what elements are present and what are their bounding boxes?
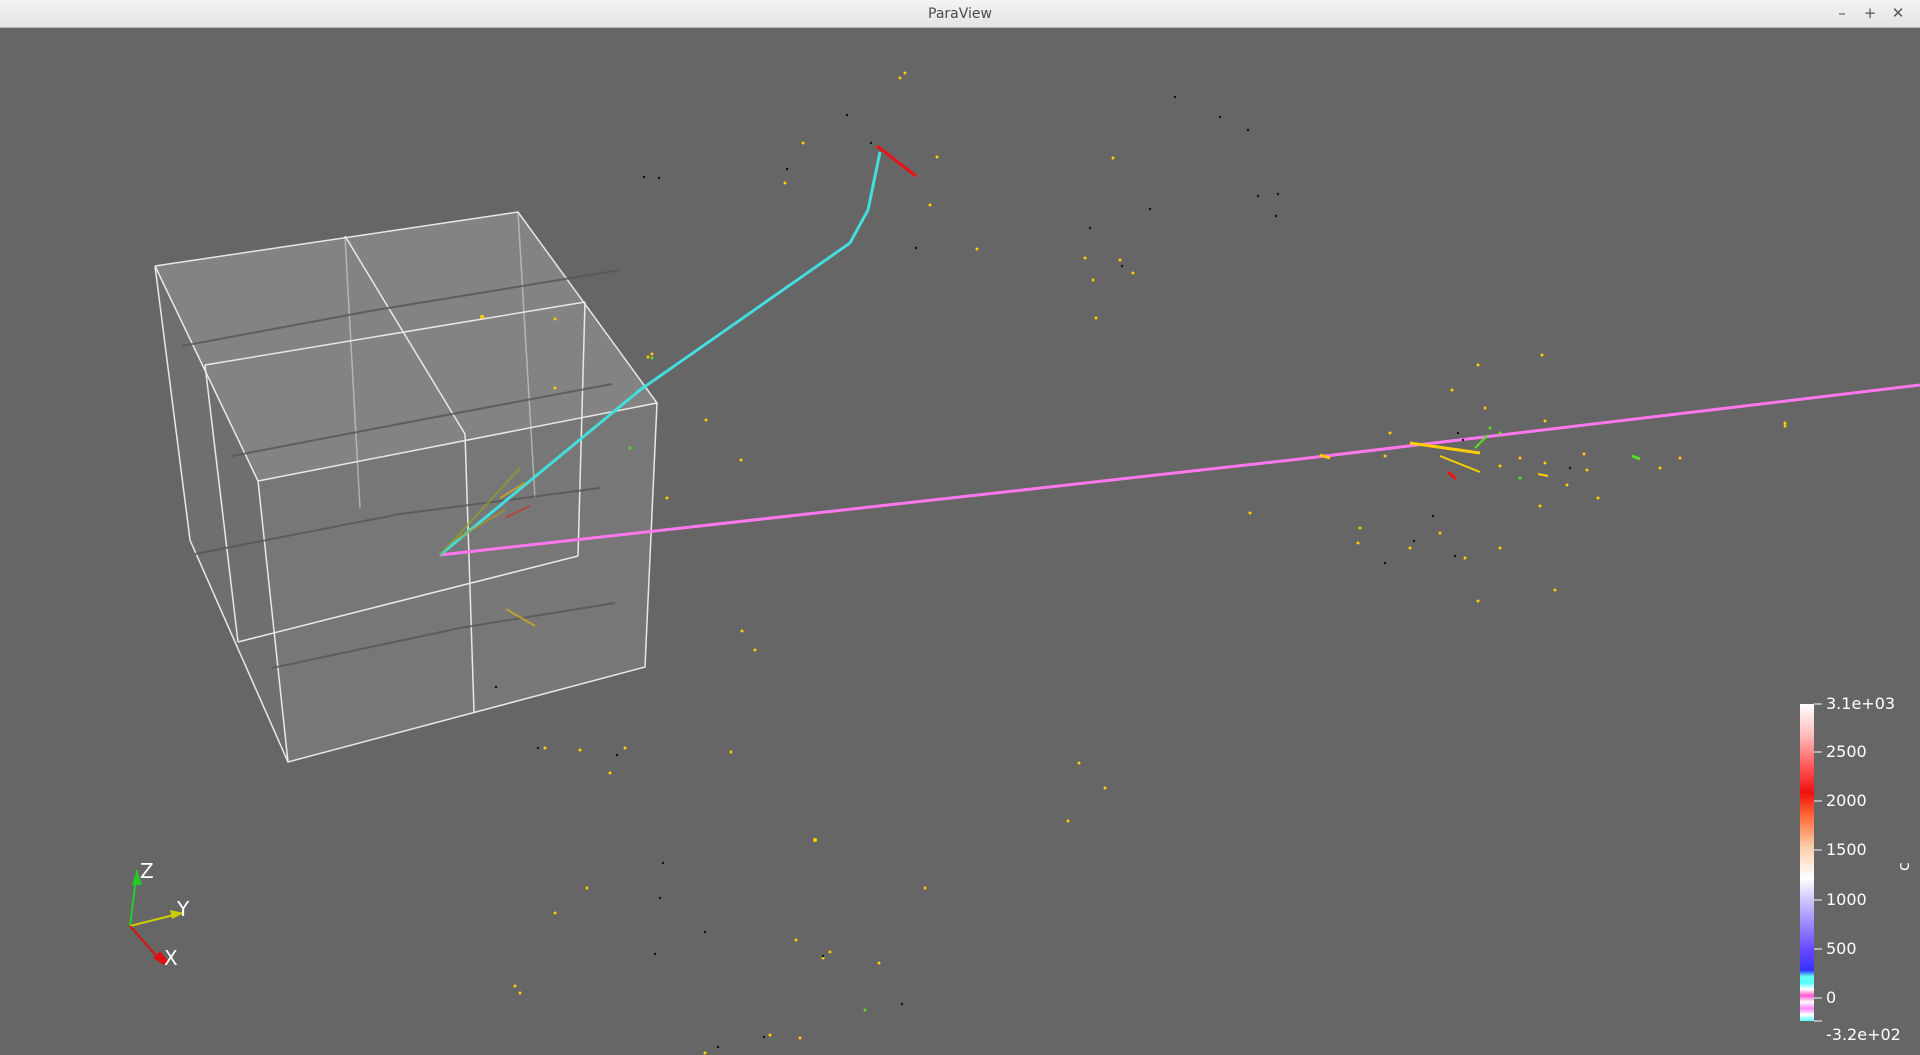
close-button[interactable]: ✕ xyxy=(1888,3,1908,23)
paraview-window: ParaView – + ✕ Z Y X 3.1e+03 2500 2000 1… xyxy=(0,0,1920,1055)
color-bar xyxy=(1800,704,1814,1021)
color-legend[interactable]: 3.1e+03 2500 2000 1500 1000 500 0 -3.2e+… xyxy=(1800,694,1913,1044)
y-axis-label: Y xyxy=(176,897,190,921)
legend-tick-1500: 1500 xyxy=(1826,840,1867,859)
muon-track xyxy=(439,383,1920,557)
window-controls: – + ✕ xyxy=(1832,3,1908,23)
legend-tick-2000: 2000 xyxy=(1826,791,1867,810)
cluster-yellow-1 xyxy=(1409,441,1481,455)
maximize-button[interactable]: + xyxy=(1860,3,1880,23)
legend-title: c xyxy=(1894,862,1913,871)
render-canvas[interactable]: Z Y X 3.1e+03 2500 2000 1500 1000 500 0 … xyxy=(0,28,1920,1055)
z-axis-label: Z xyxy=(140,859,154,883)
render-view[interactable]: Z Y X 3.1e+03 2500 2000 1500 1000 500 0 … xyxy=(0,28,1920,1055)
hit-points xyxy=(480,71,1787,1055)
legend-max-label: 3.1e+03 xyxy=(1826,694,1895,713)
window-title: ParaView xyxy=(928,6,992,22)
particle-tracks xyxy=(439,144,1920,627)
x-axis-line xyxy=(129,925,161,961)
x-axis-label: X xyxy=(164,946,178,970)
legend-min-label: -3.2e+02 xyxy=(1826,1025,1901,1044)
title-bar[interactable]: ParaView – + ✕ xyxy=(0,0,1920,28)
legend-tick-0: 0 xyxy=(1826,988,1836,1007)
hit-points-green xyxy=(628,356,1522,1012)
cluster-yellow-2 xyxy=(1439,455,1481,473)
hit-seg-2 xyxy=(1537,473,1549,477)
minimize-button[interactable]: – xyxy=(1832,3,1852,23)
short-red-track xyxy=(876,144,917,178)
legend-tick-500: 500 xyxy=(1826,939,1857,958)
cluster-green-2 xyxy=(1631,454,1641,461)
legend-tick-2500: 2500 xyxy=(1826,742,1867,761)
cluster-red-1 xyxy=(1447,470,1457,481)
color-bar-ticks xyxy=(1814,703,1822,1022)
orientation-axes: Z Y X xyxy=(129,859,190,970)
hit-points-black xyxy=(494,95,1572,1049)
legend-tick-1000: 1000 xyxy=(1826,890,1867,909)
detector-box xyxy=(154,211,658,763)
